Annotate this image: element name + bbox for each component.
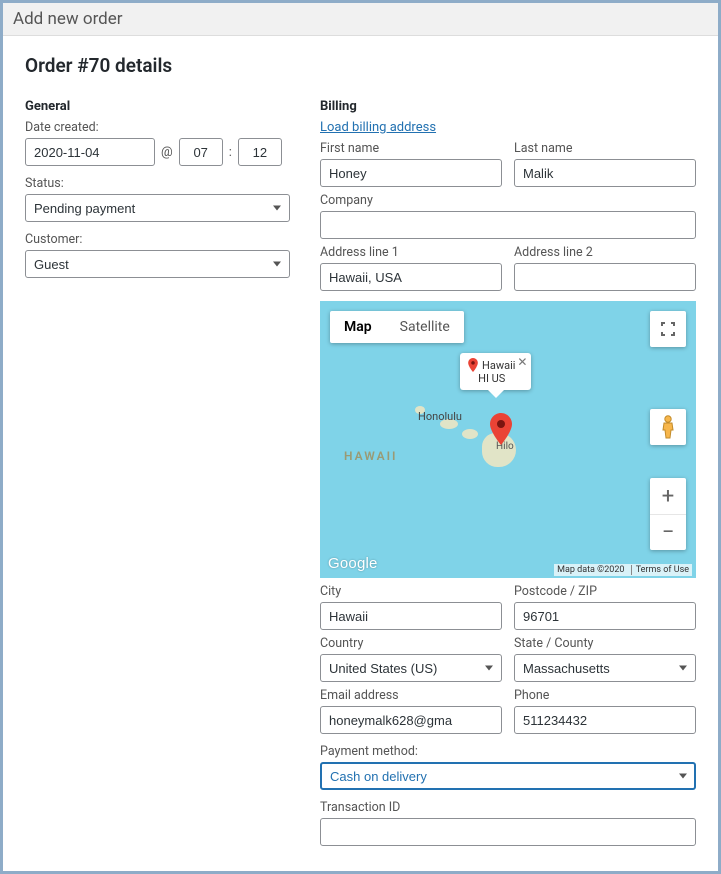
company-label: Company — [320, 193, 696, 208]
date-colon: : — [229, 145, 232, 160]
map-marker-icon[interactable] — [490, 413, 512, 445]
map-zoom-control: + − — [650, 478, 686, 550]
map-info-window: ✕ Hawaii HI US — [460, 353, 531, 390]
load-billing-link[interactable]: Load billing address — [320, 120, 436, 135]
email-label: Email address — [320, 688, 502, 703]
map-terms-link[interactable]: Terms of Use — [631, 565, 689, 575]
page-title: Order #70 details — [25, 54, 696, 77]
company-input[interactable] — [320, 211, 696, 239]
map-attribution: Map data ©2020 Terms of Use — [554, 564, 692, 576]
last-name-input[interactable] — [514, 159, 696, 187]
transaction-id-input[interactable] — [320, 818, 696, 846]
map-island-shape — [462, 429, 478, 439]
map-widget[interactable]: HAWAII Honolulu Hilo ✕ Hawaii HI US — [320, 301, 696, 578]
payment-method-label: Payment method: — [320, 744, 696, 759]
payment-method-select[interactable]: Cash on delivery — [320, 762, 696, 790]
general-heading: General — [25, 99, 290, 114]
address2-input[interactable] — [514, 263, 696, 291]
state-select[interactable]: Massachusetts — [514, 654, 696, 682]
pin-icon — [468, 358, 478, 372]
zoom-out-button[interactable]: − — [650, 514, 686, 550]
date-created-label: Date created: — [25, 120, 290, 135]
status-select[interactable]: Pending payment — [25, 194, 290, 222]
date-hour-input[interactable] — [179, 138, 223, 166]
customer-label: Customer: — [25, 232, 290, 247]
window-title: Add new order — [3, 3, 718, 36]
zoom-in-button[interactable]: + — [650, 478, 686, 514]
transaction-id-label: Transaction ID — [320, 800, 696, 815]
country-select[interactable]: United States (US) — [320, 654, 502, 682]
map-tab-satellite[interactable]: Satellite — [386, 311, 464, 343]
map-type-control: Map Satellite — [330, 311, 464, 343]
status-label: Status: — [25, 176, 290, 191]
first-name-input[interactable] — [320, 159, 502, 187]
first-name-label: First name — [320, 141, 502, 156]
customer-select[interactable]: Guest — [25, 250, 290, 278]
state-label: State / County — [514, 636, 696, 651]
map-data-text: Map data ©2020 — [557, 565, 624, 575]
city-label: City — [320, 584, 502, 599]
last-name-label: Last name — [514, 141, 696, 156]
google-logo: Google — [328, 555, 378, 572]
date-minute-input[interactable] — [238, 138, 282, 166]
map-info-title: Hawaii — [482, 359, 515, 372]
address2-label: Address line 2 — [514, 245, 696, 260]
close-icon[interactable]: ✕ — [517, 355, 527, 369]
postcode-input[interactable] — [514, 602, 696, 630]
phone-label: Phone — [514, 688, 696, 703]
map-tab-map[interactable]: Map — [330, 311, 386, 343]
postcode-label: Postcode / ZIP — [514, 584, 696, 599]
date-at-symbol: @ — [161, 145, 173, 160]
address1-label: Address line 1 — [320, 245, 502, 260]
address1-input[interactable] — [320, 263, 502, 291]
email-input[interactable] — [320, 706, 502, 734]
billing-heading: Billing — [320, 99, 696, 114]
map-region-label: HAWAII — [344, 449, 398, 463]
country-label: Country — [320, 636, 502, 651]
date-created-input[interactable] — [25, 138, 155, 166]
map-city-label: Honolulu — [418, 410, 462, 423]
pegman-icon[interactable] — [650, 409, 686, 445]
fullscreen-icon[interactable] — [650, 311, 686, 347]
map-info-subtitle: HI US — [468, 372, 515, 385]
city-input[interactable] — [320, 602, 502, 630]
phone-input[interactable] — [514, 706, 696, 734]
